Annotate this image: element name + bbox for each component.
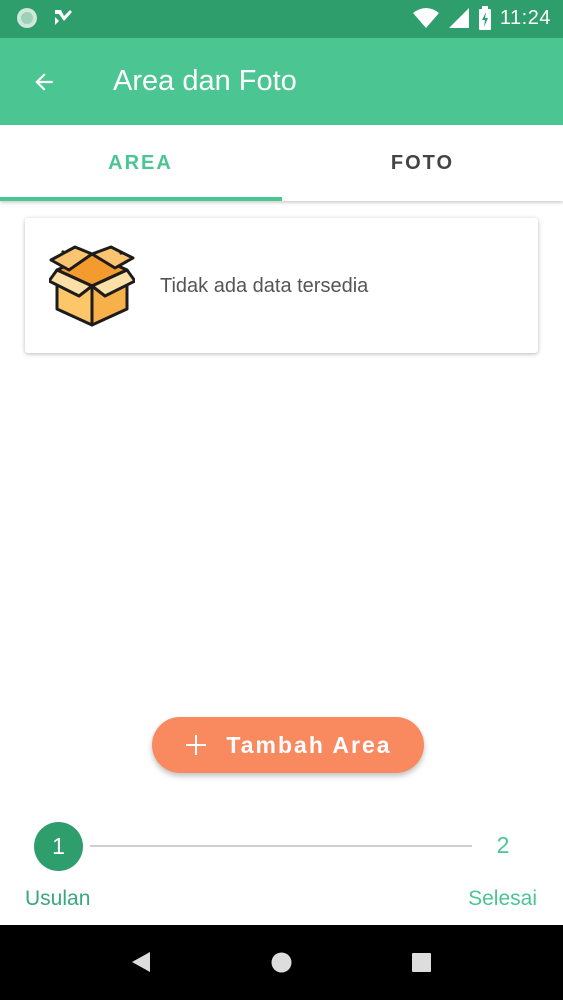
step-1-indicator: 1 bbox=[34, 822, 83, 871]
step-connector bbox=[90, 845, 472, 847]
status-time: 11:24 bbox=[499, 6, 551, 29]
add-area-label: Tambah Area bbox=[226, 731, 392, 758]
step-2-label: Selesai bbox=[468, 887, 537, 910]
empty-state-message: Tidak ada data tersedia bbox=[160, 275, 369, 297]
status-bar-notifications bbox=[16, 7, 74, 29]
back-triangle-icon[interactable] bbox=[131, 951, 151, 973]
tab-active-indicator bbox=[0, 197, 282, 201]
step-2-indicator: 2 bbox=[496, 832, 510, 858]
arrow-back-icon bbox=[35, 73, 53, 91]
system-nav-bar bbox=[0, 925, 563, 1000]
recents-square-icon[interactable] bbox=[412, 953, 431, 972]
step-1-label: Usulan bbox=[25, 887, 91, 910]
page-title: Area dan Foto bbox=[113, 65, 297, 97]
progress-stepper: 1 2 Usulan Selesai bbox=[0, 820, 563, 920]
tab-bar: AREA FOTO bbox=[0, 125, 563, 201]
check-notification-icon bbox=[55, 10, 72, 25]
plus-icon bbox=[184, 733, 208, 757]
status-bar-system: 11:24 bbox=[412, 6, 551, 30]
open-box-icon bbox=[49, 245, 135, 327]
app-notification-icon bbox=[17, 8, 37, 28]
signal-icon bbox=[448, 8, 469, 28]
wifi-icon bbox=[412, 8, 439, 28]
tab-area[interactable]: AREA bbox=[0, 125, 281, 201]
empty-state-card: Tidak ada data tersedia bbox=[25, 218, 538, 353]
app-bar: Area dan Foto bbox=[0, 38, 563, 125]
home-circle-icon[interactable] bbox=[271, 952, 292, 973]
back-button[interactable] bbox=[20, 58, 68, 106]
add-area-button[interactable]: Tambah Area bbox=[152, 717, 424, 773]
tab-foto[interactable]: FOTO bbox=[282, 125, 563, 201]
status-bar: 11:24 bbox=[0, 0, 563, 38]
battery-charging-icon bbox=[478, 6, 491, 30]
